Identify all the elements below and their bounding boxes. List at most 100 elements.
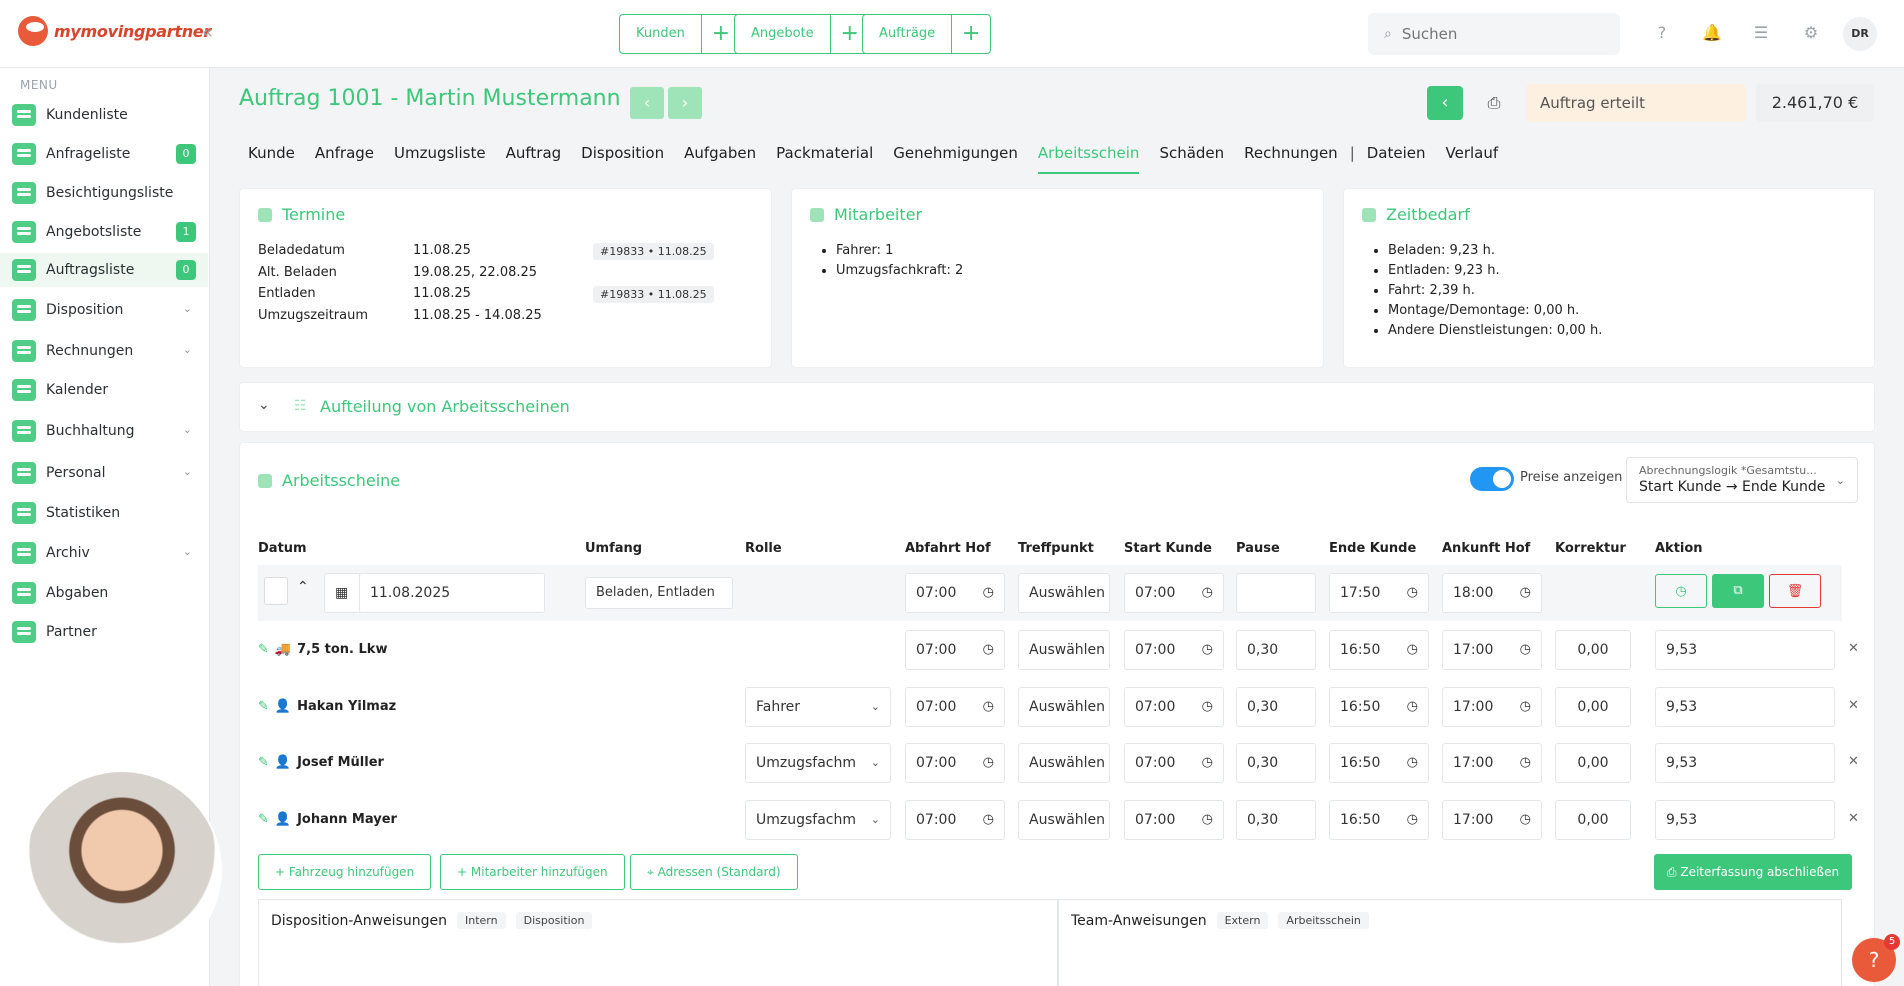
help-button[interactable]: ? 5 [1852,934,1900,982]
pencil-icon[interactable]: ✎ [258,642,269,657]
chevron-up-icon[interactable]: ⌃ [297,579,309,595]
abfahrt-input[interactable]: 07:00 ◷ [905,687,1005,727]
pause-input[interactable]: 0,30 [1236,743,1316,783]
ankunft-input[interactable]: 17:00 ◷ [1442,800,1542,840]
abfahrt-input[interactable]: 07:00 ◷ [905,630,1005,670]
tab-packmaterial[interactable]: Packmaterial [776,144,873,174]
tab-verlauf[interactable]: Verlauf [1446,144,1499,174]
sidebar-item-angebotsliste[interactable]: Angebotsliste 1 [0,215,208,249]
ende-input[interactable]: 16:50 ◷ [1329,630,1429,670]
ankunft-input[interactable]: 17:00 ◷ [1442,687,1542,727]
ende-input[interactable]: 17:50 ◷ [1329,573,1429,613]
korrektur-input[interactable]: 0,00 [1555,800,1631,840]
treffpunkt-select[interactable]: Auswählen [1018,687,1110,727]
checklist-icon[interactable]: ☰ [1750,22,1772,44]
previous-order-button[interactable]: ‹ [630,87,664,119]
sidebar-item-buchhaltung[interactable]: Buchhaltung ⌄ [0,414,208,448]
korrektur-input[interactable]: 0,00 [1555,743,1631,783]
quick-link-kunden[interactable]: Kunden + [619,14,741,54]
addresses-button[interactable]: ⌖ Adressen (Standard) [630,854,798,890]
sidebar-item-kundenliste[interactable]: Kundenliste [0,98,208,132]
pause-input[interactable]: 0,30 [1236,687,1316,727]
tab-disposition[interactable]: Disposition [581,144,664,174]
quick-link-label[interactable]: Aufträge [863,15,953,53]
split-section[interactable]: ⌄ ☷ Aufteilung von Arbeitsscheinen [239,382,1875,432]
treffpunkt-select[interactable]: Auswählen [1018,630,1110,670]
pencil-icon[interactable]: ✎ [258,812,269,827]
collapse-sidebar-icon[interactable]: « [202,22,213,43]
pause-input[interactable]: 0,30 [1236,800,1316,840]
disposition-instructions[interactable]: Disposition-Anweisungen Intern Disposition [258,899,1058,986]
search-box[interactable]: ⌕ [1368,13,1620,55]
status-badge[interactable]: Auftrag erteilt [1526,84,1746,122]
abfahrt-input[interactable]: 07:00 ◷ [905,573,1005,613]
date-input[interactable]: 11.08.2025 [359,573,545,613]
sidebar-item-abgaben[interactable]: Abgaben [0,576,208,610]
close-time-tracking-button[interactable]: ⎙ Zeiterfassung abschließen [1654,854,1852,890]
sidebar-item-besichtigungsliste[interactable]: Besichtigungsliste [0,176,208,210]
quick-link-auftraege[interactable]: Aufträge + [862,14,992,54]
calendar-icon[interactable]: ▦ [324,573,362,613]
tab-genehmigungen[interactable]: Genehmigungen [893,144,1018,174]
pencil-icon[interactable]: ✎ [258,699,269,714]
treffpunkt-select[interactable]: Auswählen [1018,800,1110,840]
printer-icon[interactable]: ⎙ [1476,86,1512,120]
ende-input[interactable]: 16:50 ◷ [1329,743,1429,783]
start-input[interactable]: 07:00 ◷ [1124,743,1224,783]
sidebar-item-partner[interactable]: Partner [0,615,208,649]
plus-icon[interactable]: + [952,15,990,53]
delete-button[interactable]: 🗑 [1769,574,1821,608]
pause-input[interactable] [1236,573,1316,613]
show-prices-toggle[interactable] [1470,467,1514,491]
start-input[interactable]: 07:00 ◷ [1124,800,1224,840]
quick-link-label[interactable]: Kunden [620,15,702,53]
bell-icon[interactable]: 🔔 [1701,22,1723,44]
add-vehicle-button[interactable]: + Fahrzeug hinzufügen [258,854,432,890]
ankunft-input[interactable]: 18:00 ◷ [1442,573,1542,613]
sidebar-item-archiv[interactable]: Archiv ⌄ [0,536,208,570]
pause-input[interactable]: 0,30 [1236,630,1316,670]
tab-rechnungen[interactable]: Rechnungen [1244,144,1338,174]
korrektur-input[interactable]: 0,00 [1555,687,1631,727]
tab-aufgaben[interactable]: Aufgaben [684,144,756,174]
copy-button[interactable]: ⧉ [1712,574,1764,608]
help-circle-icon[interactable]: ? [1651,22,1673,44]
role-select[interactable]: Fahrer ⌄ [745,687,891,727]
brand-logo[interactable]: mymovingpartner [18,16,211,46]
tab-umzugsliste[interactable]: Umzugsliste [394,144,486,174]
remove-row-icon[interactable]: ✕ [1848,754,1859,769]
chevron-down-icon[interactable]: ⌄ [258,397,270,413]
role-select[interactable]: Umzugsfachm ⌄ [745,800,891,840]
ende-input[interactable]: 16:50 ◷ [1329,800,1429,840]
sidebar-item-kalender[interactable]: Kalender [0,373,208,407]
start-input[interactable]: 07:00 ◷ [1124,630,1224,670]
ende-input[interactable]: 16:50 ◷ [1329,687,1429,727]
role-select[interactable]: Umzugsfachm ⌄ [745,743,891,783]
tab-auftrag[interactable]: Auftrag [506,144,562,174]
tab-schaeden[interactable]: Schäden [1159,144,1224,174]
remove-row-icon[interactable]: ✕ [1848,811,1859,826]
gear-icon[interactable]: ⚙ [1800,22,1822,44]
korrektur-input[interactable]: 0,00 [1555,630,1631,670]
sidebar-item-auftragsliste[interactable]: Auftragsliste 0 [0,253,208,287]
ankunft-input[interactable]: 17:00 ◷ [1442,630,1542,670]
pencil-icon[interactable]: ✎ [258,755,269,770]
abfahrt-input[interactable]: 07:00 ◷ [905,800,1005,840]
tab-arbeitsschein[interactable]: Arbeitsschein [1037,144,1140,174]
quick-link-angebote[interactable]: Angebote + [734,14,870,54]
search-input[interactable] [1401,25,1582,43]
billing-logic-select[interactable]: Abrechnungslogik *Gesamtstu... Start Kun… [1626,457,1858,503]
treffpunkt-select[interactable]: Auswählen [1018,573,1110,613]
sidebar-item-statistiken[interactable]: Statistiken [0,496,208,530]
start-input[interactable]: 07:00 ◷ [1124,687,1224,727]
treffpunkt-select[interactable]: Auswählen [1018,743,1110,783]
sidebar-item-rechnungen[interactable]: Rechnungen ⌄ [0,334,208,368]
quick-link-label[interactable]: Angebote [735,15,831,53]
sidebar-item-personal[interactable]: Personal ⌄ [0,456,208,490]
sidebar-item-anfrageliste[interactable]: Anfrageliste 0 [0,137,208,171]
clock-action-button[interactable]: ◷ [1655,574,1707,608]
abfahrt-input[interactable]: 07:00 ◷ [905,743,1005,783]
row-checkbox[interactable] [264,577,288,605]
scope-input[interactable]: Beladen, Entladen [585,577,733,609]
avatar[interactable]: DR [1843,17,1877,51]
